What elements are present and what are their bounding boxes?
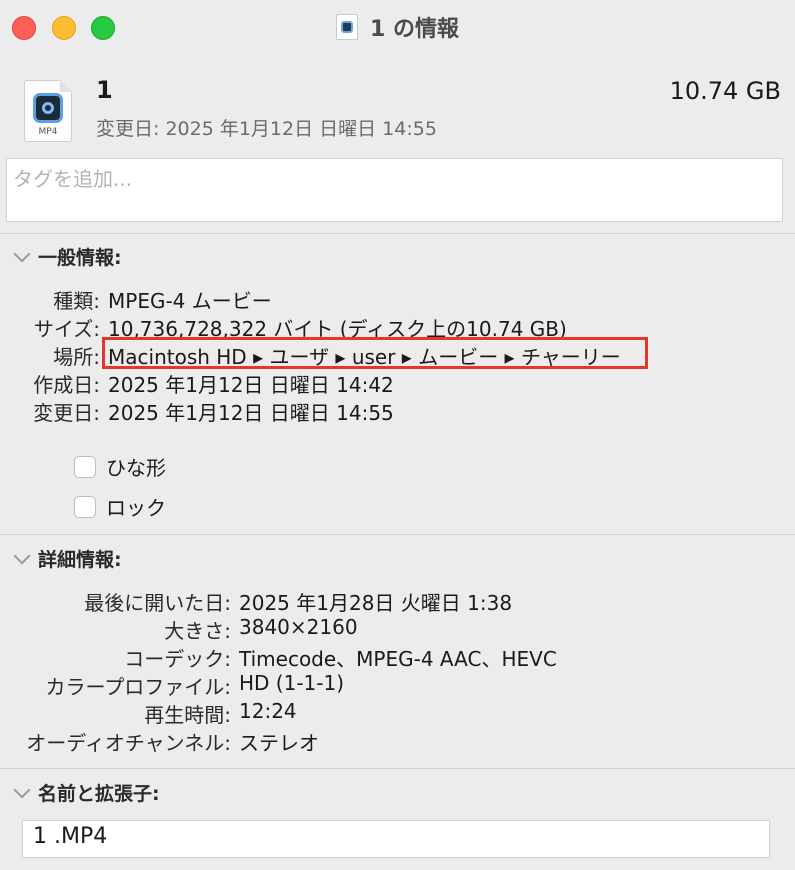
row-value: 2025 年1月28日 火曜日 1:38 <box>239 591 513 615</box>
divider <box>0 233 795 234</box>
chevron-down-icon[interactable] <box>13 547 31 564</box>
row-label: 最後に開いた日: <box>84 591 231 615</box>
divider <box>0 534 795 535</box>
row-value: 2025 年1月12日 日曜日 14:55 <box>108 401 394 425</box>
details-row-last-opened: 最後に開いた日: 2025 年1月28日 火曜日 1:38 <box>0 587 795 615</box>
file-size: 10.74 GB <box>669 77 781 105</box>
locked-checkbox-row[interactable]: ロック <box>74 492 166 521</box>
chevron-down-icon[interactable] <box>13 245 31 262</box>
row-value: 12:24 <box>239 699 297 723</box>
details-row-color-profile: カラープロファイル: HD (1-1-1) <box>0 671 795 699</box>
quicktime-file-icon <box>336 14 359 40</box>
details-row-codecs: コーデック: Timecode、MPEG-4 AAC、HEVC <box>0 643 795 671</box>
general-section-header[interactable]: 一般情報: <box>12 243 122 270</box>
general-row-created: 作成日: 2025 年1月12日 日曜日 14:42 <box>0 369 795 397</box>
row-label: 再生時間: <box>144 703 231 727</box>
locked-label: ロック <box>106 496 166 520</box>
mp4-file-icon: MP4 <box>24 80 72 142</box>
stationery-checkbox[interactable] <box>74 455 96 478</box>
file-name: 1 <box>96 76 113 104</box>
window-title: 1 の情報 <box>370 17 459 42</box>
tags-input[interactable]: タグを追加... <box>6 158 783 222</box>
name-extension-field[interactable]: 1 .MP4 <box>22 820 770 858</box>
name-ext-section-header[interactable]: 名前と拡張子: <box>12 779 160 806</box>
stationery-label: ひな形 <box>106 456 166 480</box>
general-row-modified: 変更日: 2025 年1月12日 日曜日 14:55 <box>0 397 795 425</box>
row-label: サイズ: <box>33 317 100 341</box>
row-label: 種類: <box>53 289 100 313</box>
details-section-header[interactable]: 詳細情報: <box>12 545 122 572</box>
title-bar: 1 の情報 <box>0 0 795 56</box>
quicktime-logo-icon <box>33 93 63 123</box>
details-row-audio-channels: オーディオチャンネル: ステレオ <box>0 727 795 755</box>
details-row-duration: 再生時間: 12:24 <box>0 699 795 727</box>
file-modified-date: 変更日: 2025 年1月12日 日曜日 14:55 <box>96 118 437 140</box>
row-value: 2025 年1月12日 日曜日 14:42 <box>108 373 394 397</box>
row-value: MPEG-4 ムービー <box>108 289 272 313</box>
row-label: 場所: <box>53 345 100 369</box>
stationery-checkbox-row[interactable]: ひな形 <box>74 452 166 481</box>
row-value: Timecode、MPEG-4 AAC、HEVC <box>239 647 557 671</box>
locked-checkbox[interactable] <box>74 495 96 518</box>
file-icon-extension: MP4 <box>38 127 58 137</box>
row-value: ステレオ <box>239 731 319 755</box>
row-value: HD (1-1-1) <box>239 671 345 695</box>
chevron-down-icon[interactable] <box>13 781 31 798</box>
location-highlight-box <box>102 337 648 369</box>
row-label: 変更日: <box>33 401 100 425</box>
name-ext-section-title: 名前と拡張子: <box>38 783 160 805</box>
general-row-kind: 種類: MPEG-4 ムービー <box>0 285 795 313</box>
row-label: 大きさ: <box>164 619 231 643</box>
row-label: カラープロファイル: <box>45 675 231 699</box>
details-row-dimensions: 大きさ: 3840×2160 <box>0 615 795 643</box>
row-label: 作成日: <box>33 373 100 397</box>
window-title-group: 1 の情報 <box>0 12 795 42</box>
row-label: オーディオチャンネル: <box>26 731 231 755</box>
divider <box>0 768 795 769</box>
row-value: 3840×2160 <box>239 615 358 639</box>
details-section-title: 詳細情報: <box>38 549 122 571</box>
row-label: コーデック: <box>124 647 231 671</box>
general-section-title: 一般情報: <box>38 247 122 269</box>
